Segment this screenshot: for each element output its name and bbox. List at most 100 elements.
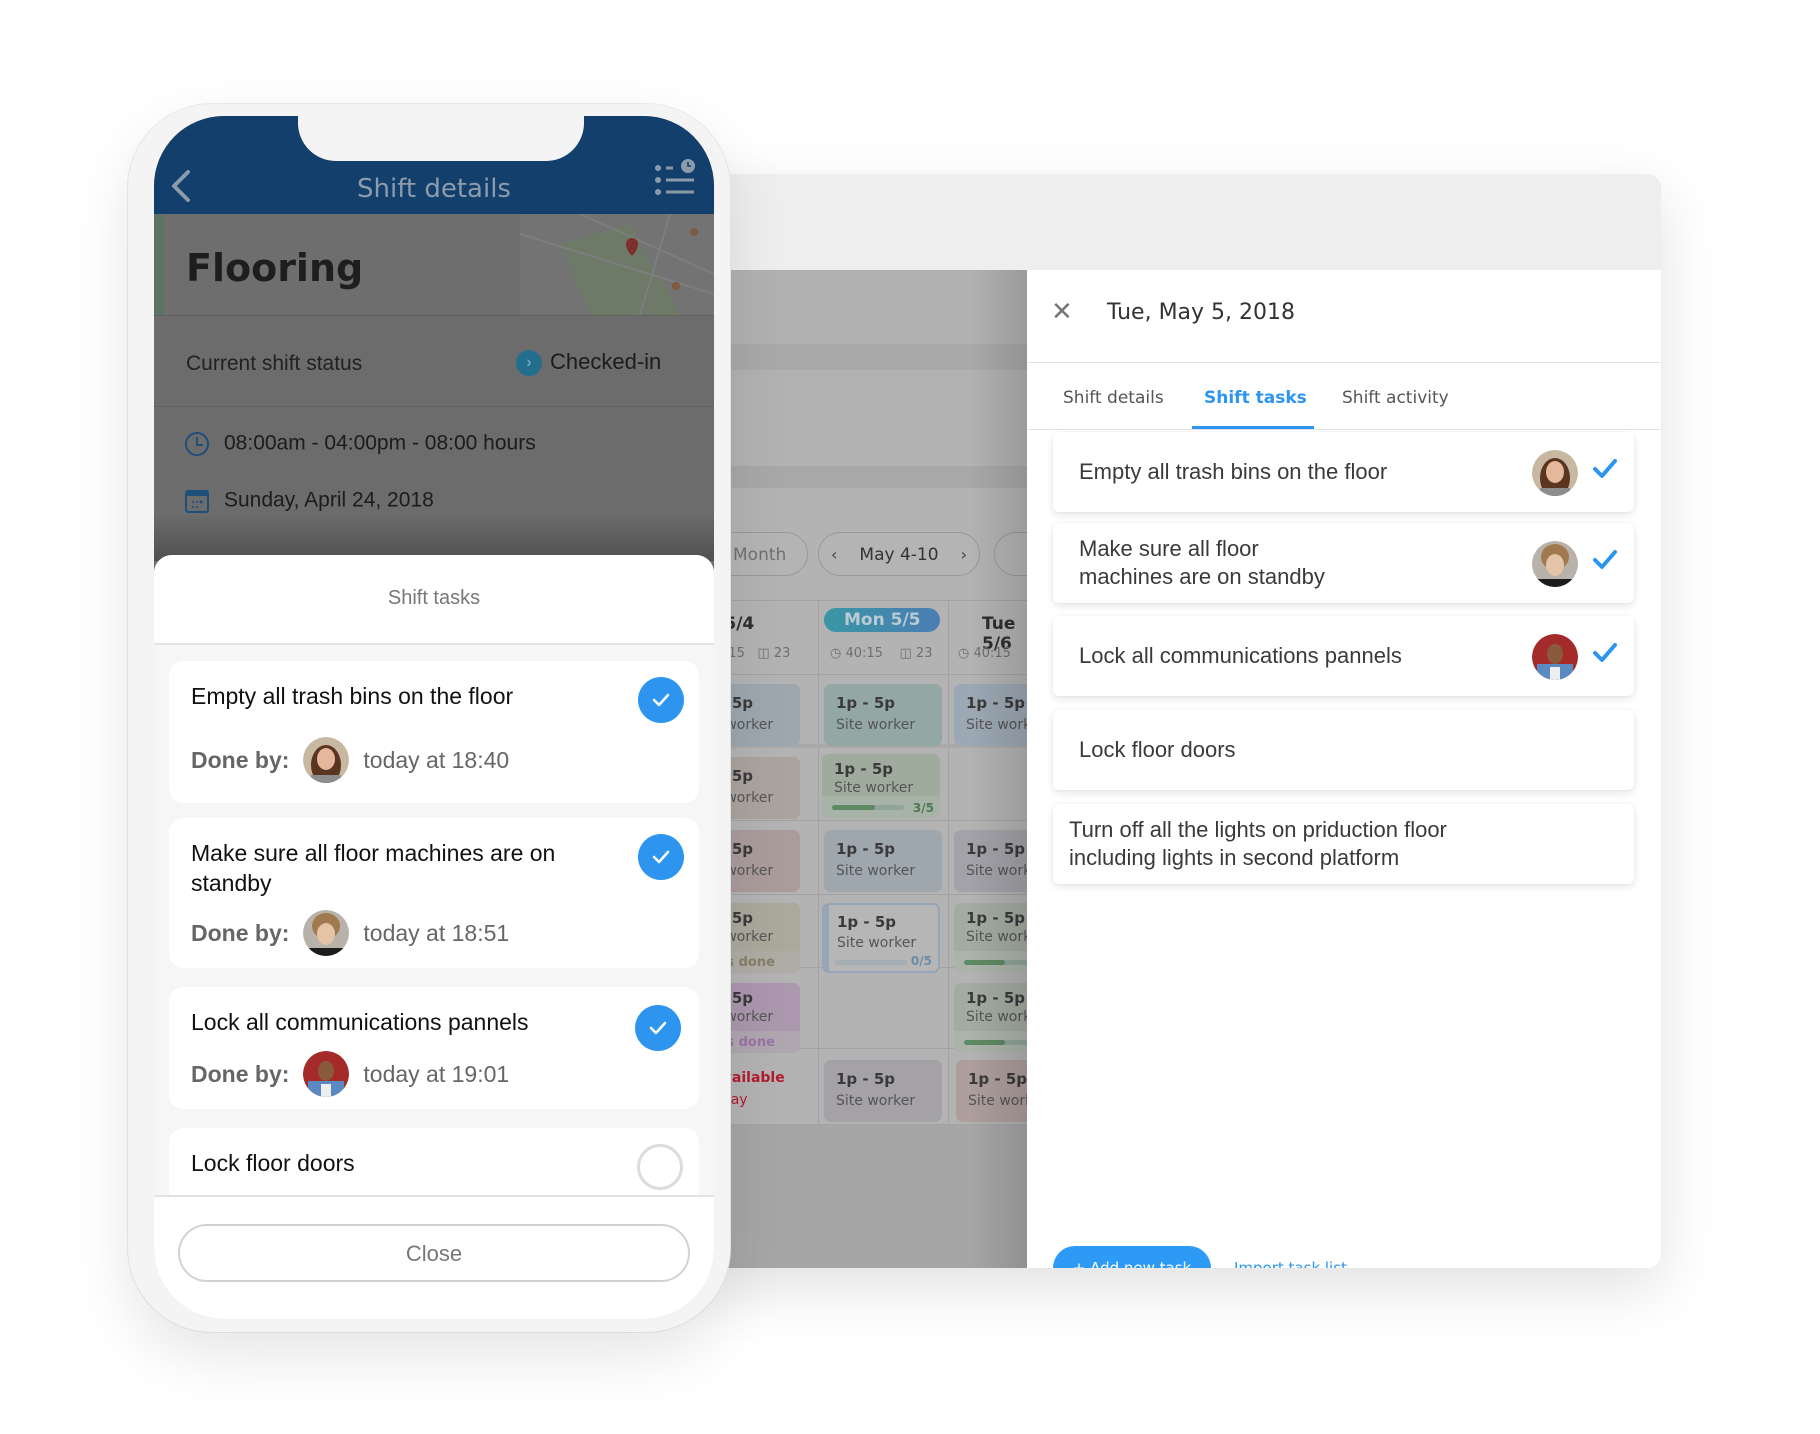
- close-button[interactable]: Close: [178, 1224, 690, 1282]
- panel-date-title: Tue, May 5, 2018: [1107, 300, 1296, 325]
- week-range-selector[interactable]: ‹ May 4-10 ›: [818, 532, 980, 576]
- add-new-task-button[interactable]: + Add new task: [1053, 1246, 1211, 1268]
- done-by-label: Done by:: [191, 1060, 290, 1087]
- hours-clock-icon: ◷: [830, 646, 842, 661]
- day-shift-count: 23: [915, 646, 933, 661]
- task-card[interactable]: Make sure all floor machines are on stan…: [169, 818, 699, 968]
- day-shift-count: 23: [773, 646, 791, 661]
- task-list-clock-icon[interactable]: [654, 158, 696, 198]
- task-progress-bar: [832, 805, 904, 810]
- user-avatar: [1532, 541, 1578, 587]
- task-name: Empty all trash bins on the floor: [191, 683, 514, 709]
- task-complete-toggle[interactable]: [637, 1144, 683, 1190]
- job-color-accent: [154, 214, 164, 315]
- shift-card[interactable]: 1p - 5p Site worker: [824, 684, 942, 746]
- task-name-line: Make sure all floor: [1079, 536, 1259, 561]
- mobile-phone: Shift details Flooring Current shift sta…: [128, 104, 730, 1332]
- phone-screen: Shift details Flooring Current shift sta…: [154, 116, 714, 1319]
- done-by-row: Done by: today at 19:01: [191, 1051, 509, 1097]
- shift-card[interactable]: 1p - 5p Site worker: [824, 830, 942, 892]
- task-name: Empty all trash bins on the floor: [1079, 459, 1388, 484]
- done-time: today at 19:01: [363, 1060, 510, 1087]
- status-value: › Checked-in: [516, 349, 662, 377]
- location-map[interactable]: [520, 214, 714, 315]
- done-time: today at 18:51: [363, 919, 510, 946]
- prev-week-icon[interactable]: ‹: [831, 533, 837, 577]
- desktop-window: Month ‹ May 4-10 › Sun 5/4 ◷ 40:15 ◫ 2: [700, 174, 1661, 1268]
- shift-role: Site worker: [836, 863, 916, 879]
- panel-shadow: [970, 270, 1027, 1268]
- import-task-list-link[interactable]: Import task list: [1234, 1259, 1347, 1268]
- user-avatar: [1532, 450, 1578, 496]
- task-progress-bar: [835, 960, 907, 965]
- task-item[interactable]: Turn off all the lights on priduction fl…: [1053, 804, 1634, 884]
- done-by-row: Done by: today at 18:40: [191, 737, 509, 783]
- task-card[interactable]: Lock all communications pannels Done by:…: [169, 987, 699, 1109]
- shift-role: Site worker: [834, 780, 914, 796]
- shift-side-panel: ✕ Tue, May 5, 2018 Shift details Shift t…: [1027, 270, 1661, 1268]
- done-by-label: Done by:: [191, 746, 290, 773]
- status-text: Checked-in: [550, 349, 662, 374]
- close-icon[interactable]: ✕: [1051, 299, 1075, 325]
- check-icon: [649, 1021, 667, 1035]
- job-title: Flooring: [186, 246, 364, 290]
- check-icon: [652, 693, 670, 707]
- task-name: Lock floor doors: [1079, 737, 1236, 762]
- shift-role: Site worker: [837, 935, 917, 951]
- task-item[interactable]: Lock floor doors: [1053, 710, 1634, 790]
- shift-time: 1p - 5p: [836, 694, 896, 712]
- tab-shift-activity[interactable]: Shift activity: [1342, 388, 1449, 408]
- done-by-label: Done by:: [191, 919, 290, 946]
- next-week-icon[interactable]: ›: [961, 533, 967, 577]
- sheet-title: Shift tasks: [387, 587, 481, 609]
- shift-date: Sunday, April 24, 2018: [224, 488, 434, 512]
- shift-time: 1p - 5p: [837, 913, 897, 931]
- check-icon[interactable]: [1592, 456, 1618, 482]
- shift-role: Site worker: [836, 1093, 916, 1109]
- shift-tasks-sheet: Shift tasks Empty all trash bins on the …: [154, 555, 714, 1319]
- shift-date-row: Sunday, April 24, 2018: [184, 488, 434, 514]
- task-name: Lock floor doors: [191, 1150, 355, 1176]
- task-complete-toggle[interactable]: [638, 677, 684, 723]
- hours-clock-icon: ◷: [958, 646, 970, 661]
- tab-shift-details[interactable]: Shift details: [1063, 388, 1164, 408]
- shift-count-icon: ◫: [899, 646, 912, 661]
- user-avatar: [1532, 634, 1578, 680]
- header-title: Shift details: [357, 174, 511, 204]
- week-range-label: May 4-10: [859, 545, 939, 565]
- check-icon[interactable]: [1592, 640, 1618, 666]
- task-name: Make sure all floor machines are on stand…: [1079, 535, 1325, 591]
- shift-time: 1p - 5p: [836, 1070, 896, 1088]
- shift-card-progress[interactable]: 1p - 5p Site worker 3/5: [822, 754, 940, 818]
- shift-card-progress[interactable]: 1p - 5p Site worker 0/5: [822, 903, 940, 973]
- calendar-icon: [185, 490, 209, 513]
- task-name: Turn off all the lights on priduction fl…: [1069, 816, 1447, 872]
- task-name-line: Turn off all the lights on priduction fl…: [1069, 817, 1447, 842]
- divider: [1027, 429, 1661, 430]
- task-complete-toggle[interactable]: [635, 1005, 681, 1051]
- task-progress-count: 0/5: [910, 954, 932, 968]
- done-time: today at 18:40: [363, 746, 510, 773]
- task-item[interactable]: Lock all communications pannels: [1053, 616, 1634, 696]
- task-item[interactable]: Empty all trash bins on the floor: [1053, 432, 1634, 512]
- day-meta-mon: ◷ 40:15 ◫ 23: [830, 646, 932, 661]
- shift-card[interactable]: 1p - 5p Site worker: [824, 1060, 942, 1122]
- check-icon: [652, 850, 670, 864]
- clock-icon: [185, 432, 209, 456]
- divider: [1027, 362, 1661, 363]
- task-card[interactable]: Empty all trash bins on the floor Done b…: [169, 661, 699, 803]
- shift-time: 1p - 5p: [836, 840, 896, 858]
- divider: [154, 406, 714, 407]
- check-icon[interactable]: [1592, 547, 1618, 573]
- day-hours: 40:15: [845, 646, 883, 661]
- checked-in-arrow-icon: ›: [516, 350, 542, 377]
- task-name: Lock all communications pannels: [191, 1009, 529, 1035]
- task-item[interactable]: Make sure all floor machines are on stand…: [1053, 523, 1634, 603]
- done-by-row: Done by: today at 18:51: [191, 910, 509, 956]
- task-complete-toggle[interactable]: [638, 834, 684, 880]
- shift-time-range: 08:00am - 04:00pm - 08:00 hours: [224, 431, 536, 455]
- task-name-line: including lights in second platform: [1069, 845, 1400, 870]
- tab-shift-tasks[interactable]: Shift tasks: [1204, 388, 1307, 408]
- user-avatar: [303, 1051, 350, 1097]
- day-header-mon-today[interactable]: Mon 5/5: [824, 608, 941, 632]
